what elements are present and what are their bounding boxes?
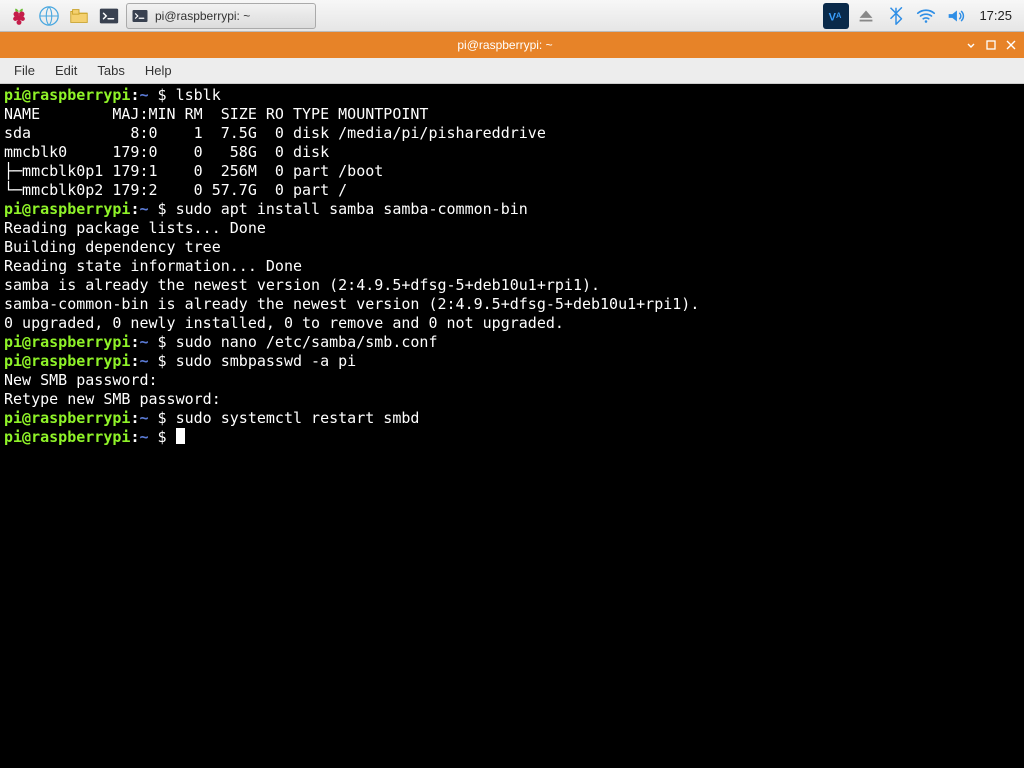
system-taskbar: pi@raspberrypi: ~ V⁠ᴬ 17:25 bbox=[0, 0, 1024, 32]
output-line: NAME MAJ:MIN RM SIZE RO TYPE MOUNTPOINT bbox=[4, 105, 428, 123]
output-line: samba is already the newest version (2:4… bbox=[4, 276, 600, 294]
vnc-tray-icon[interactable]: V⁠ᴬ bbox=[823, 3, 849, 29]
window-controls bbox=[964, 38, 1018, 52]
wifi-tray-icon[interactable] bbox=[913, 3, 939, 29]
taskbar-left: pi@raspberrypi: ~ bbox=[6, 3, 316, 29]
taskbar-clock[interactable]: 17:25 bbox=[973, 8, 1018, 23]
eject-tray-icon[interactable] bbox=[853, 3, 879, 29]
prompt-user: pi@raspberrypi bbox=[4, 86, 130, 104]
terminal-cursor bbox=[176, 428, 185, 444]
menu-help[interactable]: Help bbox=[137, 61, 180, 80]
window-title-bar[interactable]: pi@raspberrypi: ~ bbox=[0, 32, 1024, 58]
taskbar-task-label: pi@raspberrypi: ~ bbox=[155, 9, 250, 23]
menu-file[interactable]: File bbox=[6, 61, 43, 80]
bluetooth-tray-icon[interactable] bbox=[883, 3, 909, 29]
output-line: └─mmcblk0p2 179:2 0 57.7G 0 part / bbox=[4, 181, 347, 199]
svg-text:V⁠ᴬ: V⁠ᴬ bbox=[829, 11, 842, 23]
web-browser-icon[interactable] bbox=[36, 3, 62, 29]
audio-tray-icon[interactable] bbox=[943, 3, 969, 29]
cmd-line: sudo apt install samba samba-common-bin bbox=[176, 200, 528, 218]
window-title: pi@raspberrypi: ~ bbox=[46, 38, 964, 52]
terminal-mini-icon bbox=[131, 7, 149, 25]
raspberry-menu-icon[interactable] bbox=[6, 3, 32, 29]
app-menu-bar: File Edit Tabs Help bbox=[0, 58, 1024, 84]
output-line: New SMB password: bbox=[4, 371, 158, 389]
taskbar-task-terminal[interactable]: pi@raspberrypi: ~ bbox=[126, 3, 316, 29]
menu-tabs[interactable]: Tabs bbox=[89, 61, 132, 80]
output-line: mmcblk0 179:0 0 58G 0 disk bbox=[4, 143, 338, 161]
menu-edit[interactable]: Edit bbox=[47, 61, 85, 80]
output-line: Reading state information... Done bbox=[4, 257, 302, 275]
cmd-line: sudo nano /etc/samba/smb.conf bbox=[176, 333, 438, 351]
output-line: Retype new SMB password: bbox=[4, 390, 221, 408]
output-line: 0 upgraded, 0 newly installed, 0 to remo… bbox=[4, 314, 564, 332]
taskbar-right: V⁠ᴬ 17:25 bbox=[823, 3, 1018, 29]
terminal-launcher-icon[interactable] bbox=[96, 3, 122, 29]
terminal-window: pi@raspberrypi: ~ File Edit Tabs Help pi… bbox=[0, 32, 1024, 768]
terminal-output[interactable]: pi@raspberrypi:~ $ lsblk NAME MAJ:MIN RM… bbox=[0, 84, 1024, 768]
prompt-path: ~ bbox=[139, 86, 148, 104]
output-line: Building dependency tree bbox=[4, 238, 284, 256]
cmd-line: sudo systemctl restart smbd bbox=[176, 409, 420, 427]
minimize-button[interactable] bbox=[964, 38, 978, 52]
output-line: ├─mmcblk0p1 179:1 0 256M 0 part /boot bbox=[4, 162, 383, 180]
close-button[interactable] bbox=[1004, 38, 1018, 52]
maximize-button[interactable] bbox=[984, 38, 998, 52]
cmd-line: lsblk bbox=[176, 86, 221, 104]
output-line: samba-common-bin is already the newest v… bbox=[4, 295, 699, 313]
file-manager-icon[interactable] bbox=[66, 3, 92, 29]
output-line: Reading package lists... Done bbox=[4, 219, 266, 237]
output-line: sda 8:0 1 7.5G 0 disk /media/pi/pishared… bbox=[4, 124, 546, 142]
cmd-line: sudo smbpasswd -a pi bbox=[176, 352, 357, 370]
